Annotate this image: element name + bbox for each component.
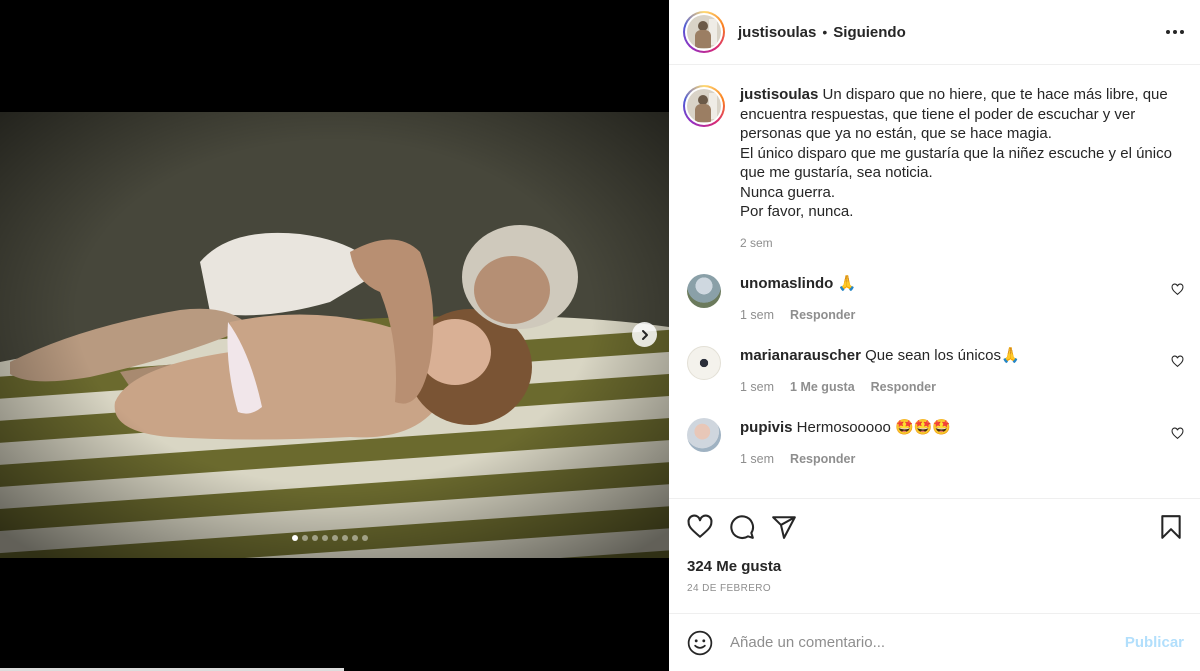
comment-text: Que sean los únicos🙏 — [860, 346, 1020, 364]
comment-item: marianarauscher Que sean los únicos🙏 1 s… — [683, 345, 1184, 394]
caption-time[interactable]: 2 sem — [740, 236, 1184, 250]
carousel-dot — [312, 535, 318, 541]
comment-item: unomaslindo 🙏 1 sem Responder — [683, 273, 1184, 322]
photo-illustration — [0, 112, 669, 558]
carousel-dot — [302, 535, 308, 541]
comment-username[interactable]: pupivis — [740, 419, 793, 436]
chevron-right-icon — [641, 329, 648, 340]
comment-item: pupivis Hermosooooo 🤩🤩🤩 1 sem Responder — [683, 417, 1184, 466]
comment-username[interactable]: marianarauscher — [740, 347, 861, 364]
publish-button[interactable]: Publicar — [1125, 634, 1184, 651]
more-dots-icon[interactable] — [1166, 30, 1184, 34]
comment-username[interactable]: unomaslindo — [740, 275, 833, 292]
header-separator: • — [822, 24, 828, 40]
post-caption: justisoulas Un disparo que no hiere, que… — [683, 85, 1184, 222]
carousel-dot — [342, 535, 348, 541]
comment-avatar[interactable] — [687, 417, 721, 452]
comments-list[interactable]: justisoulas Un disparo que no hiere, que… — [669, 65, 1200, 498]
action-bar — [687, 499, 1184, 555]
author-username[interactable]: justisoulas — [738, 24, 816, 41]
comment-time[interactable]: 1 sem — [740, 308, 774, 322]
comment-avatar[interactable] — [687, 273, 721, 308]
comment-avatar[interactable] — [687, 345, 721, 380]
caption-line-4: Por favor, nunca. — [740, 203, 854, 220]
reply-button[interactable]: Responder — [790, 308, 855, 322]
paper-plane-icon[interactable] — [771, 514, 797, 540]
carousel-dot — [362, 535, 368, 541]
next-image-button[interactable] — [632, 322, 657, 347]
carousel-dot — [352, 535, 358, 541]
carousel-indicator — [292, 535, 368, 541]
comment-like-heart-icon[interactable] — [1171, 354, 1184, 368]
comment-icon[interactable] — [729, 514, 755, 540]
comment-time[interactable]: 1 sem — [740, 380, 774, 394]
carousel-dot — [322, 535, 328, 541]
add-comment-bar: Publicar — [669, 613, 1200, 671]
caption-line-2: El único disparo que me gustaría que la … — [740, 144, 1172, 182]
follow-status-button[interactable]: Siguiendo — [833, 24, 906, 41]
comment-text: 🙏 — [833, 274, 857, 292]
post-date[interactable]: 24 DE FEBRERO — [687, 583, 1184, 594]
post-photo[interactable] — [0, 112, 669, 558]
post-media — [0, 0, 669, 671]
comment-input[interactable] — [730, 634, 1117, 651]
caption-avatar[interactable] — [683, 85, 725, 127]
comment-like-heart-icon[interactable] — [1171, 426, 1184, 440]
caption-line-3: Nunca guerra. — [740, 183, 836, 201]
reply-button[interactable]: Responder — [871, 380, 936, 394]
smiley-icon[interactable] — [687, 630, 713, 656]
likes-count[interactable]: 324 Me gusta — [687, 558, 1184, 575]
carousel-dot — [332, 535, 338, 541]
post-actions: 324 Me gusta 24 DE FEBRERO — [669, 498, 1200, 614]
caption-text: justisoulas Un disparo que no hiere, que… — [740, 85, 1180, 222]
comment-like-heart-icon[interactable] — [1171, 282, 1184, 296]
comment-text: Hermosooooo 🤩🤩🤩 — [792, 418, 952, 436]
caption-username[interactable]: justisoulas — [740, 86, 818, 103]
comment-likes-count[interactable]: 1 Me gusta — [790, 380, 855, 394]
carousel-dot — [292, 535, 298, 541]
comment-time[interactable]: 1 sem — [740, 452, 774, 466]
author-avatar[interactable] — [683, 11, 725, 53]
bookmark-icon[interactable] — [1158, 514, 1184, 540]
heart-icon[interactable] — [687, 514, 713, 540]
reply-button[interactable]: Responder — [790, 452, 855, 466]
post-header: justisoulas • Siguiendo — [669, 0, 1200, 65]
post-panel: justisoulas • Siguiendo justisoulas Un d… — [669, 0, 1200, 671]
